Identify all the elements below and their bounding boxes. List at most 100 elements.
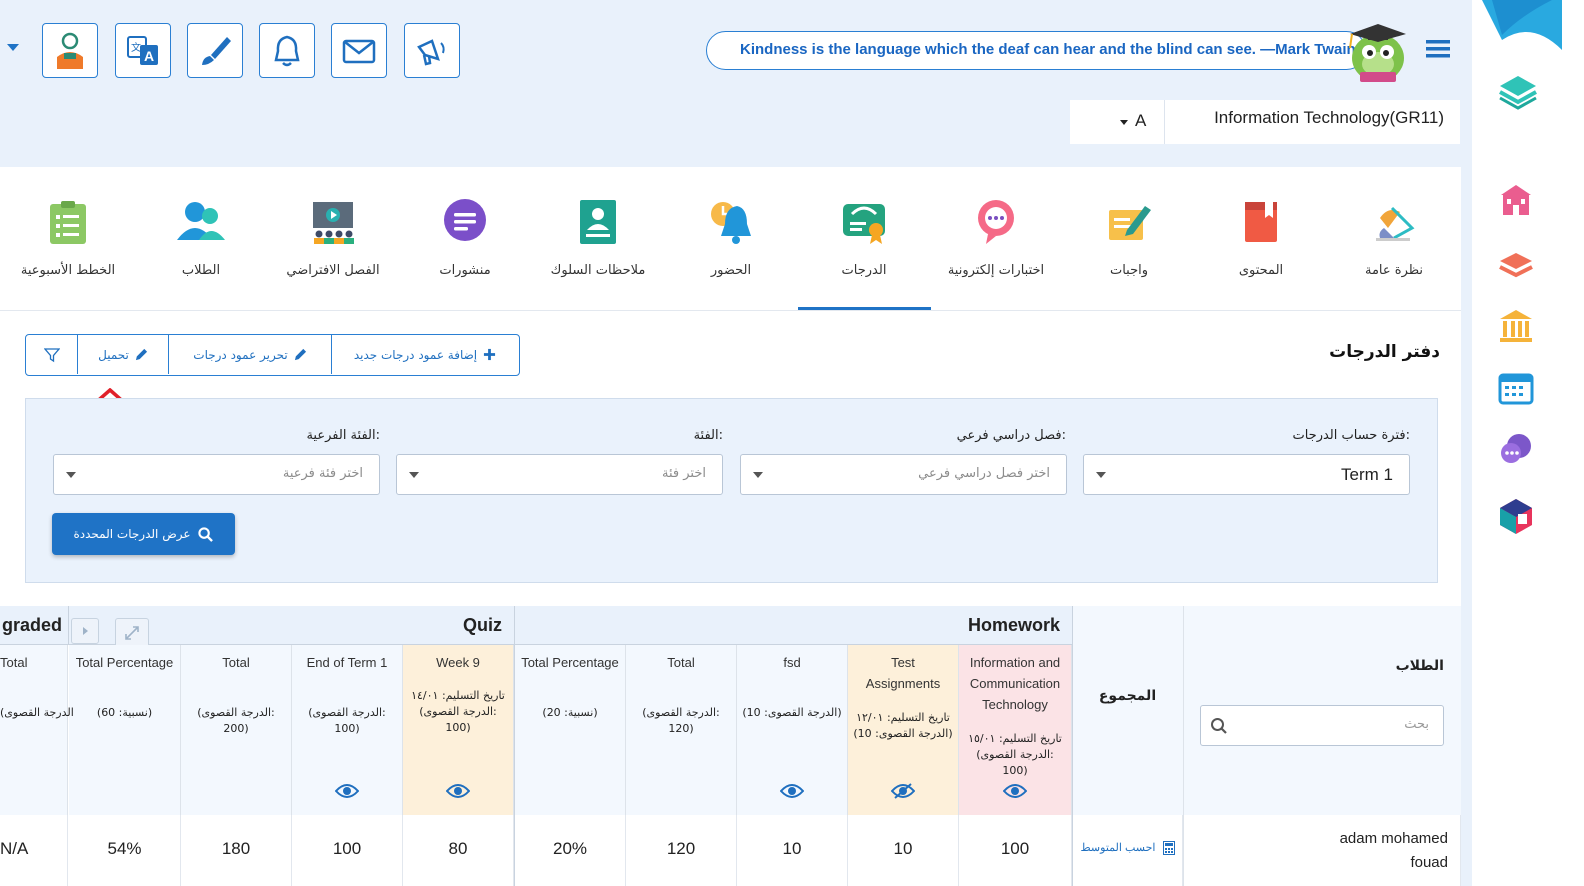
subterm-select[interactable]: اختر فصل دراسي فرعي: [740, 454, 1067, 495]
column-header-quiz-total[interactable]: Total (الدرجة القصوى: 200): [181, 645, 292, 815]
calculator-icon: [1162, 841, 1175, 856]
upload-button[interactable]: تحميل: [77, 335, 168, 374]
visible-eye-icon[interactable]: [335, 783, 359, 799]
total-column-header: [1072, 606, 1183, 815]
edit-column-label: تحرير عمود درجات: [193, 347, 288, 362]
grade-cell[interactable]: 80: [403, 815, 514, 886]
column-header-quiz-percentage[interactable]: Total Percentage (نسبية: 60): [69, 645, 181, 815]
column-header-test-assignments[interactable]: Test Assignments تاريخ التسليم: ١٢/٠١ (ا…: [848, 645, 959, 815]
subcategory-label: الفئة الفرعية:: [306, 428, 380, 443]
period-select[interactable]: Term 1: [1083, 454, 1410, 495]
page-title: دفتر الدرجات: [1329, 342, 1440, 362]
quiz-icon: [978, 200, 1014, 244]
tab-students[interactable]: الطلاب: [135, 190, 267, 310]
period-label: فترة حساب الدرجات:: [1292, 428, 1410, 443]
filter-button[interactable]: [26, 335, 77, 374]
student-search-input[interactable]: بحث: [1200, 705, 1444, 746]
caret-down-icon: [409, 472, 419, 478]
column-header-homework-percentage[interactable]: Total Percentage (نسبية: 20): [514, 645, 626, 815]
pencil-icon: [294, 348, 306, 361]
visible-eye-icon[interactable]: [780, 783, 804, 799]
visible-eye-icon[interactable]: [1003, 783, 1027, 799]
edit-grade-column-button[interactable]: تحرير عمود درجات: [168, 335, 331, 374]
total-header: المجموع: [1098, 688, 1157, 704]
bell-icon: [274, 35, 300, 66]
tab-posts[interactable]: منشورات: [399, 190, 531, 310]
tab-weekly-plans[interactable]: الخطط الأسبوعية: [2, 190, 134, 310]
category-select[interactable]: اختر فئة: [396, 454, 723, 495]
tabs-divider: [0, 310, 1461, 311]
school-icon[interactable]: [1494, 178, 1538, 222]
caret-down-icon: [1096, 472, 1106, 478]
calendar-icon[interactable]: [1494, 366, 1538, 410]
tab-equizzes[interactable]: اختبارات إلكترونية: [930, 190, 1062, 310]
cube-icon[interactable]: [1494, 494, 1538, 538]
chat-icon[interactable]: [1494, 428, 1538, 472]
tab-attendance[interactable]: الحضور: [665, 190, 797, 310]
category-placeholder: اختر فئة: [662, 466, 706, 481]
messages-button[interactable]: [331, 23, 387, 78]
grade-cell[interactable]: 100: [959, 815, 1072, 886]
posts-icon: [444, 199, 486, 241]
filter-icon: [43, 347, 60, 362]
collapse-arrow-icon[interactable]: [7, 44, 19, 51]
svg-text:A: A: [144, 48, 154, 64]
grades-icon: [843, 204, 885, 244]
upload-label: تحميل: [98, 347, 129, 362]
subcategory-placeholder: اختر فئة فرعية: [282, 466, 363, 481]
gradebook-actions: تحميل تحرير عمود درجات إضافة عمود درجات …: [25, 334, 520, 376]
announcements-button[interactable]: [404, 23, 460, 78]
search-placeholder: بحث: [1404, 717, 1429, 732]
tab-behavior-notes[interactable]: ملاحظات السلوك: [532, 190, 664, 310]
institution-icon[interactable]: [1494, 304, 1538, 348]
mascot-icon: [1349, 24, 1406, 82]
add-grade-column-button[interactable]: إضافة عمود درجات جديد: [331, 335, 518, 374]
group-header-graded: graded: [0, 606, 68, 645]
column-header-week-9[interactable]: Week 9 تاريخ التسليم: ١٤/٠١ (الدرجة القص…: [403, 645, 514, 815]
column-header-end-of-term[interactable]: End of Term 1 (الدرجة القصوى: 100): [292, 645, 403, 815]
assignment-icon: [1109, 206, 1151, 240]
column-header-fsd[interactable]: fsd (الدرجة القصوى: 10): [737, 645, 848, 815]
tab-content[interactable]: المحتوى: [1195, 190, 1327, 310]
tab-overview[interactable]: نظرة عامة: [1328, 190, 1460, 310]
grade-cell[interactable]: 10: [848, 815, 959, 886]
expand-button[interactable]: [115, 618, 149, 648]
grade-cell[interactable]: 10: [737, 815, 848, 886]
mail-icon: [342, 39, 376, 63]
column-header-graded-total[interactable]: Total (الدرجة القصوى: [0, 645, 74, 815]
scroll-right-button[interactable]: [71, 618, 99, 644]
grade-cell: 120: [626, 815, 737, 886]
behavior-icon: [580, 200, 616, 244]
grade-cell: N/A: [0, 815, 68, 886]
column-header-ict[interactable]: Information and Communication Technology…: [959, 645, 1072, 815]
theme-button[interactable]: [187, 23, 243, 78]
tab-virtual-class[interactable]: الفصل الافتراضي: [267, 190, 399, 310]
hamburger-menu-icon[interactable]: [1425, 38, 1451, 60]
visible-eye-icon[interactable]: [446, 783, 470, 799]
brush-icon: [202, 36, 231, 65]
caret-down-icon: [753, 472, 763, 478]
brand-ribbon: [1482, 0, 1562, 50]
logo-stack-icon[interactable]: [1494, 68, 1542, 112]
calc-average-link[interactable]: احسب المتوسط: [1072, 815, 1183, 886]
tab-assignments[interactable]: واجبات: [1063, 190, 1195, 310]
megaphone-icon: [417, 38, 445, 66]
translate-button[interactable]: A文: [115, 23, 171, 78]
hidden-eye-icon[interactable]: [891, 783, 915, 799]
notifications-button[interactable]: [259, 23, 315, 78]
search-icon: [198, 526, 214, 542]
add-column-label: إضافة عمود درجات جديد: [353, 347, 478, 362]
profile-button[interactable]: [42, 23, 98, 78]
quote-text: Kindness is the language which the deaf …: [740, 41, 1356, 58]
class-selector[interactable]: [1070, 100, 1165, 144]
subcategory-select[interactable]: اختر فئة فرعية: [53, 454, 380, 495]
pencil-icon: [135, 348, 147, 361]
show-selected-grades-button[interactable]: عرض الدرجات المحددة: [52, 513, 235, 555]
subterm-placeholder: اختر فصل دراسي فرعي: [918, 466, 1050, 481]
grade-cell[interactable]: 100: [292, 815, 403, 886]
student-name[interactable]: adam mohamed fouad: [1183, 815, 1461, 886]
tab-grades[interactable]: الدرجات: [798, 190, 930, 310]
column-header-homework-total[interactable]: Total (الدرجة القصوى: 120): [626, 645, 737, 815]
virtual-class-icon: [313, 202, 354, 244]
books-icon[interactable]: [1494, 242, 1538, 286]
